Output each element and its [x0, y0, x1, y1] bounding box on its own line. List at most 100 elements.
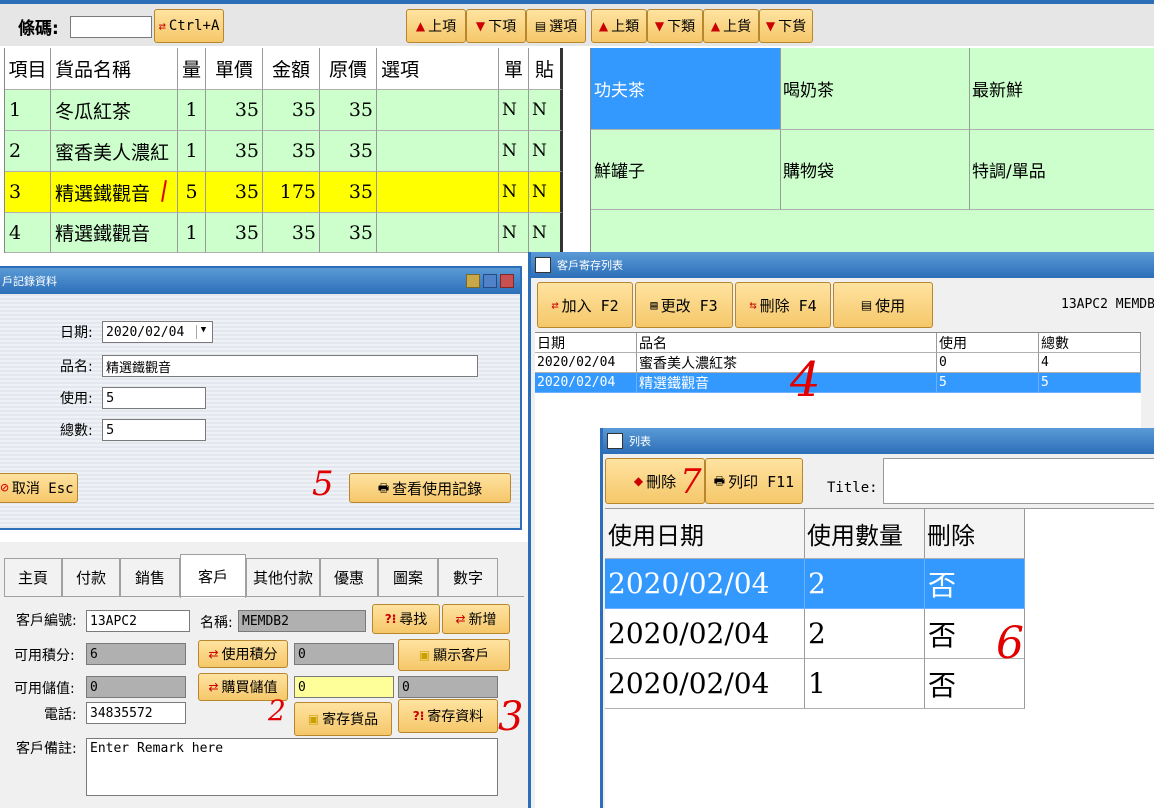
order-header-tie: 貼	[529, 48, 563, 90]
deposit-goods-button[interactable]: ▣ 寄存貨品	[294, 702, 392, 736]
eraser-icon: ◆	[633, 474, 644, 488]
tab-sales[interactable]: 銷售	[120, 558, 180, 596]
date-picker[interactable]: 2020/02/04 ▼	[102, 321, 213, 343]
maximize-button[interactable]	[483, 274, 497, 288]
next-category-button[interactable]: ▼ 下類	[647, 9, 703, 43]
deposit-box-icon: ▣	[307, 712, 320, 726]
print-icon: 🖶	[377, 481, 390, 495]
next-goods-button[interactable]: ▼ 下貨	[759, 9, 813, 43]
record-dialog-titlebar: 戶記錄資料	[0, 268, 520, 294]
phone-input[interactable]: 34835572	[86, 702, 186, 724]
use-input[interactable]: 5	[102, 387, 206, 409]
question-icon: ?⁝	[412, 709, 425, 723]
record-dialog: 戶記錄資料 日期: 2020/02/04 ▼ 品名: 精選鐵觀音 使用: 5 總…	[0, 266, 522, 530]
barcode-label: 條碼:	[18, 19, 59, 39]
view-usage-button[interactable]: 🖶 查看使用記錄	[349, 473, 511, 503]
category-kungfu-tea[interactable]: 功夫茶	[591, 48, 781, 130]
customer-panel: 主頁 付款 銷售 客戶 其他付款 優惠 圖案 數字 客戶編號: 13APC2 名…	[0, 542, 528, 808]
customer-no-input[interactable]: 13APC2	[86, 610, 190, 632]
tab-main[interactable]: 主頁	[4, 558, 62, 596]
product-label: 品名:	[60, 359, 93, 375]
prev-goods-button[interactable]: ▲ 上貨	[703, 9, 759, 43]
use-label: 使用:	[60, 391, 93, 407]
print-usage-button[interactable]: 🖶 列印 F11	[705, 458, 803, 504]
points-input: 6	[86, 643, 186, 665]
order-header-orig: 原價	[320, 48, 377, 90]
minimize-button[interactable]	[466, 274, 480, 288]
tab-discount[interactable]: 優惠	[320, 558, 378, 596]
cancel-button[interactable]: ⊘ 取消 Esc	[0, 473, 78, 503]
tab-pattern[interactable]: 圖案	[378, 558, 438, 596]
tab-payment[interactable]: 付款	[62, 558, 120, 596]
options-button[interactable]: ▤ 選項	[526, 9, 586, 43]
prev-item-button[interactable]: ▲ 上項	[406, 9, 466, 43]
product-input[interactable]: 精選鐵觀音	[102, 355, 478, 377]
next-item-button[interactable]: ▼ 下項	[466, 9, 526, 43]
document-icon: ▤	[860, 298, 873, 312]
tab-customer[interactable]: 客戶	[180, 554, 246, 598]
tab-other-payment[interactable]: 其他付款	[246, 558, 320, 596]
edit-deposit-button[interactable]: ▤ 更改 F3	[635, 282, 733, 328]
name-label: 名稱:	[200, 615, 233, 631]
order-header-option: 選項	[377, 48, 499, 90]
annotation-7: 7	[680, 462, 702, 502]
print-icon: 🖶	[713, 474, 726, 488]
usage-list-titlebar: 列表	[603, 428, 1154, 454]
table-row[interactable]: 2020/02/04 2 否	[605, 609, 1025, 659]
table-row[interactable]: 2 蜜香美人濃紅 1 35 35 35 N N	[5, 131, 563, 172]
arrow-up-icon: ▲	[415, 19, 426, 33]
annotation-5: 5	[312, 464, 334, 504]
tab-number[interactable]: 數字	[438, 558, 498, 596]
order-header-dan: 單	[499, 48, 529, 90]
annotation-6: 6	[996, 618, 1024, 669]
table-row[interactable]: 2020/02/04 精選鐵觀音 5 5	[535, 373, 1141, 393]
annotation-4: 4	[790, 352, 821, 408]
usage-title-input[interactable]	[883, 458, 1154, 504]
total-input[interactable]: 5	[102, 419, 206, 441]
ctrl-a-button[interactable]: ⇄ Ctrl+A	[154, 9, 224, 43]
barcode-input[interactable]	[70, 16, 152, 38]
swap-icon: ⇆	[749, 298, 757, 312]
prev-category-button[interactable]: ▲ 上類	[591, 9, 647, 43]
total-label: 總數:	[60, 423, 93, 439]
table-row[interactable]: 4 精選鐵觀音 1 35 35 35 N N	[5, 213, 563, 253]
add-deposit-button[interactable]: ⇄ 加入 F2	[537, 282, 633, 328]
category-shopping-bag[interactable]: 購物袋	[781, 130, 970, 210]
swap-icon: ⇄	[455, 612, 466, 626]
deposit-data-button[interactable]: ?⁝ 寄存資料	[398, 699, 498, 733]
category-freshest[interactable]: 最新鮮	[970, 48, 1154, 130]
use-deposit-button[interactable]: ▤ 使用	[833, 282, 933, 328]
use-points-input[interactable]: 0	[294, 643, 394, 665]
show-customer-button[interactable]: ▣ 顯示客戶	[398, 639, 510, 671]
order-header-name: 貨品名稱	[51, 48, 178, 90]
use-points-button[interactable]: ⇄ 使用積分	[198, 640, 288, 668]
table-row[interactable]: 2020/02/04 1 否	[605, 659, 1025, 709]
add-customer-button[interactable]: ⇄ 新增	[442, 604, 510, 634]
close-button[interactable]	[500, 274, 514, 288]
category-grid: 功夫茶 喝奶茶 最新鮮 鮮罐子 購物袋 特調/單品	[590, 48, 1154, 254]
order-header-no: 項目	[5, 48, 51, 90]
order-header-amount: 金額	[263, 48, 320, 90]
deposit-list-title: 客戶寄存列表	[557, 259, 623, 272]
table-row[interactable]: 3 精選鐵觀音 5 35 175 35 N N	[5, 172, 563, 213]
customer-no-label: 客戶編號:	[16, 613, 77, 629]
swap-icon: ⇄	[208, 647, 219, 661]
category-special[interactable]: 特調/單品	[970, 130, 1154, 210]
find-button[interactable]: ?⁝ 尋找	[372, 604, 440, 634]
table-row[interactable]: 2020/02/04 2 否	[605, 559, 1025, 609]
remark-textarea[interactable]: Enter Remark here	[86, 738, 498, 796]
category-fresh-can[interactable]: 鮮罐子	[591, 130, 781, 210]
buy-stored-input[interactable]: 0	[294, 676, 394, 698]
cancel-icon: ⊘	[0, 480, 9, 496]
deposit-list-titlebar: 客戶寄存列表	[531, 252, 1154, 278]
usage-table: 使用日期 使用數量 刪除 2020/02/04 2 否 2020/02/04 2…	[605, 508, 1154, 808]
table-row[interactable]: 1 冬瓜紅茶 1 35 35 35 N N	[5, 90, 563, 131]
table-row[interactable]: 2020/02/04 蜜香美人濃紅茶 0 4	[535, 353, 1141, 373]
annotation-3: 3	[498, 694, 524, 740]
stored-label: 可用儲值:	[14, 681, 75, 697]
delete-deposit-button[interactable]: ⇆ 刪除 F4	[735, 282, 831, 328]
arrow-up-icon: ▲	[710, 19, 721, 33]
customer-card-icon: ▣	[418, 648, 431, 662]
usage-title-label: Title:	[827, 480, 878, 496]
category-milk-tea[interactable]: 喝奶茶	[781, 48, 970, 130]
